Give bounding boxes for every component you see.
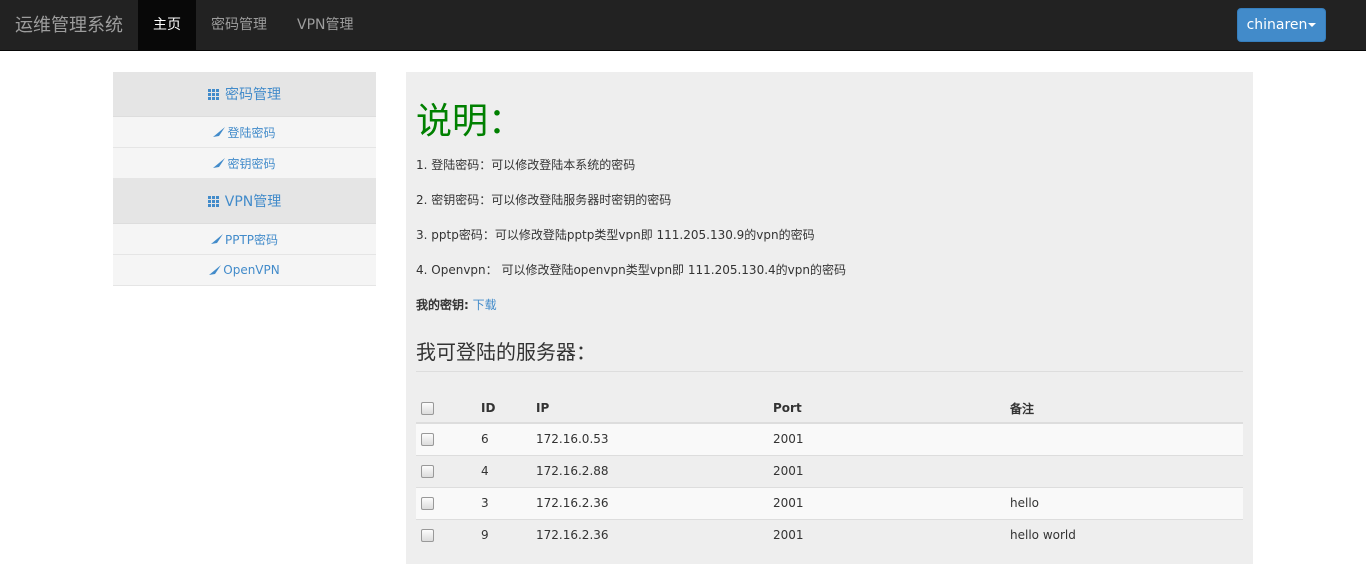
row-checkbox[interactable] xyxy=(421,529,434,543)
th-icon xyxy=(207,195,219,207)
sidebar-item-pptp-password[interactable]: PPTP密码 xyxy=(113,224,376,255)
top-navbar: 运维管理系统 主页 密码管理 VPN管理 chinaren xyxy=(0,0,1366,51)
table-row: 3 172.16.2.36 2001 hello xyxy=(416,486,1243,519)
page-title: 说明： xyxy=(416,101,525,142)
sidebar-item-login-password[interactable]: 登陆密码 xyxy=(113,117,376,148)
cell-ip: 172.16.0.53 xyxy=(536,422,773,455)
description-line-2: 2. 密钥密码：可以修改登陆服务器时密钥的密码 xyxy=(416,193,672,207)
row-checkbox[interactable] xyxy=(421,497,434,510)
sidebar-item-key-password[interactable]: 密钥密码 xyxy=(113,148,376,179)
cell-ip: 172.16.2.36 xyxy=(536,486,773,519)
select-all-cell xyxy=(416,394,481,424)
cell-port: 2001 xyxy=(773,486,1010,519)
cell-port: 2001 xyxy=(773,454,1010,487)
row-select-cell xyxy=(416,518,481,551)
send-icon xyxy=(209,265,222,275)
table-row: 4 172.16.2.88 2001 xyxy=(416,454,1243,487)
cell-note: hello xyxy=(1010,486,1243,519)
row-select-cell xyxy=(416,422,481,455)
th-icon xyxy=(208,88,219,100)
cell-id: 6 xyxy=(481,422,536,455)
cell-port: 2001 xyxy=(773,518,1010,551)
sidebar-item-openvpn[interactable]: OpenVPN xyxy=(113,255,376,286)
sidebar-group-password: 密码管理 xyxy=(113,72,376,117)
cell-ip: 172.16.2.36 xyxy=(536,518,773,551)
header-id: ID xyxy=(481,394,536,424)
divider xyxy=(416,371,1243,372)
nav-vpn-management[interactable]: VPN管理 xyxy=(282,0,369,51)
nav-password-management[interactable]: 密码管理 xyxy=(196,0,282,51)
caret-down-icon xyxy=(1308,23,1317,27)
my-key-line: 我的密钥: 下载 xyxy=(416,296,497,313)
row-select-cell xyxy=(416,454,481,487)
row-checkbox[interactable] xyxy=(421,465,434,478)
header-ip: IP xyxy=(536,394,773,424)
sidebar-item-label: 登陆密码 xyxy=(227,125,276,140)
header-note: 备注 xyxy=(1010,394,1243,424)
send-icon xyxy=(213,127,226,137)
sidebar-item-label: OpenVPN xyxy=(223,263,280,277)
cell-port: 2001 xyxy=(773,422,1010,455)
row-select-cell xyxy=(416,486,481,519)
sidebar-group-title: 密码管理 xyxy=(225,87,281,103)
cell-note xyxy=(1010,422,1243,455)
cell-note xyxy=(1010,454,1243,487)
send-icon xyxy=(213,158,226,168)
row-checkbox[interactable] xyxy=(421,433,434,447)
cell-note: hello world xyxy=(1010,518,1243,551)
sidebar: 密码管理 登陆密码 密钥密码 VPN管理 PPTP密码 OpenVPN xyxy=(113,72,376,286)
main-panel: 说明： 1. 登陆密码：可以修改登陆本系统的密码 2. 密钥密码：可以修改登陆服… xyxy=(406,72,1253,564)
header-port: Port xyxy=(773,394,1010,424)
servers-table: ID IP Port 备注 6 172.16.0.53 2001 4 172.1… xyxy=(416,394,1243,551)
download-key-link[interactable]: 下载 xyxy=(473,298,497,312)
nav-home[interactable]: 主页 xyxy=(138,0,196,51)
brand-title[interactable]: 运维管理系统 xyxy=(15,0,123,51)
sidebar-item-label: PPTP密码 xyxy=(224,232,279,247)
user-name: chinaren xyxy=(1246,17,1308,33)
send-icon xyxy=(210,234,223,244)
sidebar-item-label: 密钥密码 xyxy=(227,156,276,171)
description-line-4: 4. Openvpn： 可以修改登陆openvpn类型vpn即 111.205.… xyxy=(416,263,846,277)
user-menu-button[interactable]: chinaren xyxy=(1237,8,1326,42)
main-nav: 主页 密码管理 VPN管理 xyxy=(138,0,369,51)
select-all-checkbox[interactable] xyxy=(421,402,434,415)
table-header-row: ID IP Port 备注 xyxy=(416,394,1243,424)
cell-id: 4 xyxy=(481,454,536,487)
cell-id: 9 xyxy=(481,518,536,551)
servers-heading: 我可登陆的服务器： xyxy=(416,340,596,364)
cell-id: 3 xyxy=(481,486,536,519)
sidebar-group-title: VPN管理 xyxy=(224,194,282,210)
cell-ip: 172.16.2.88 xyxy=(536,454,773,487)
sidebar-group-vpn: VPN管理 xyxy=(113,179,376,224)
my-key-label: 我的密钥: xyxy=(416,298,469,312)
description-line-3: 3. pptp密码：可以修改登陆pptp类型vpn即 111.205.130.9… xyxy=(416,228,815,242)
table-row: 9 172.16.2.36 2001 hello world xyxy=(416,518,1243,551)
description-line-1: 1. 登陆密码：可以修改登陆本系统的密码 xyxy=(416,158,636,172)
table-row: 6 172.16.0.53 2001 xyxy=(416,422,1243,455)
